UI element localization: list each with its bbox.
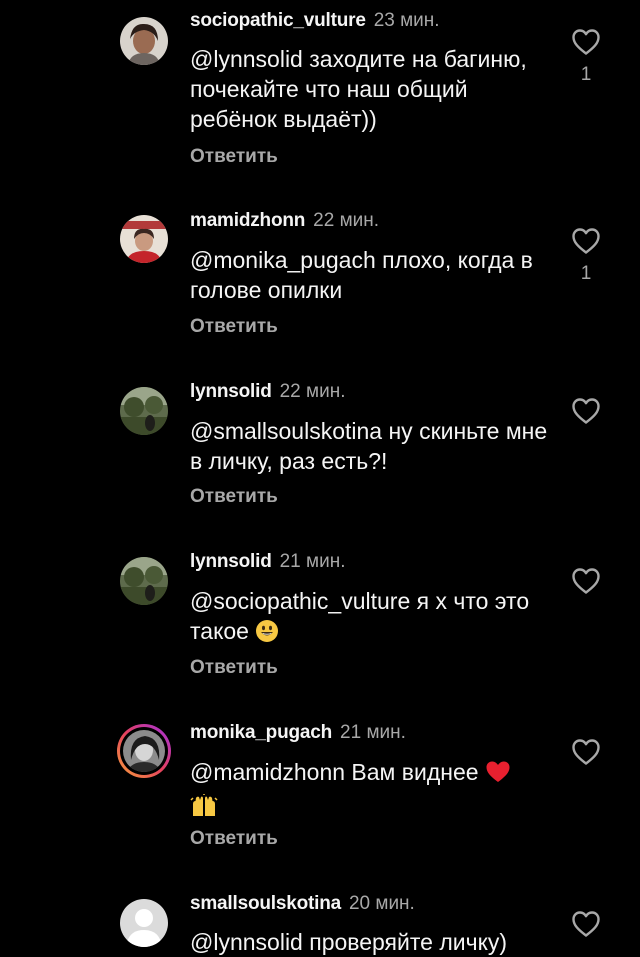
comment-time: 22 мин. — [313, 210, 380, 231]
comment-username[interactable]: sociopathic_vulture — [190, 10, 366, 31]
comment-time: 21 мин. — [279, 551, 346, 572]
comment-header: monika_pugach 21 мин. — [190, 721, 406, 745]
reply-button[interactable]: Ответить — [190, 315, 278, 339]
comment-header: lynnsolid 22 мин. — [190, 380, 345, 404]
user-photo-avatar-icon — [123, 730, 165, 772]
comment-time: 23 мин. — [373, 10, 440, 31]
user-avatar[interactable] — [120, 17, 168, 65]
comment-username[interactable]: smallsoulskotina — [190, 893, 341, 914]
heart-outline-icon — [572, 739, 600, 765]
like-count: 1 — [580, 64, 592, 85]
like-button[interactable] — [571, 738, 601, 766]
like-button[interactable] — [571, 28, 601, 56]
raising-hands-emoji-icon — [190, 794, 218, 825]
reply-button[interactable]: Ответить — [190, 485, 278, 509]
comment-text: @smallsoulskotina ну скиньте мне в личку… — [190, 418, 548, 474]
default-user-avatar-icon — [120, 899, 168, 947]
heart-outline-icon — [572, 398, 600, 424]
comment-header: sociopathic_vulture 23 мин. — [190, 9, 440, 33]
comment-username[interactable]: lynnsolid — [190, 381, 272, 402]
avatar-ring-gap — [120, 727, 168, 775]
like-button[interactable] — [571, 567, 601, 595]
comment-header: lynnsolid 21 мин. — [190, 550, 345, 574]
heart-outline-icon — [572, 911, 600, 937]
user-avatar[interactable] — [120, 387, 168, 435]
heart-outline-icon — [572, 568, 600, 594]
user-photo-avatar-icon — [120, 215, 168, 263]
grinning-face-emoji-icon — [255, 619, 279, 650]
user-avatar[interactable] — [120, 557, 168, 605]
comment-time: 20 мин. — [348, 893, 415, 914]
comment-username[interactable]: mamidzhonn — [190, 210, 305, 231]
like-count: 1 — [580, 263, 592, 284]
comment-time: 22 мин. — [279, 381, 346, 402]
heart-outline-icon — [572, 29, 600, 55]
like-button[interactable] — [571, 397, 601, 425]
comment-text-content: @sociopathic_vulture я х что это такое — [190, 588, 530, 644]
landscape-photo-avatar-icon — [120, 387, 168, 435]
reply-button[interactable]: Ответить — [190, 145, 278, 169]
reply-button[interactable]: Ответить — [190, 827, 278, 851]
comment-text: @lynnsolid заходите на багиню, почекайте… — [190, 46, 527, 132]
comment-text-content: @mamidzhonn Вам виднее — [190, 759, 479, 785]
story-ring-avatar[interactable] — [117, 724, 171, 778]
user-avatar[interactable] — [120, 215, 168, 263]
user-avatar[interactable] — [120, 899, 168, 947]
comment-time: 21 мин. — [340, 722, 406, 743]
user-photo-avatar-icon — [120, 17, 168, 65]
heart-outline-icon — [572, 228, 600, 254]
like-button[interactable] — [571, 910, 601, 938]
comment-username[interactable]: lynnsolid — [190, 551, 272, 572]
red-heart-emoji-icon — [485, 760, 511, 791]
comment-username[interactable]: monika_pugach — [190, 722, 332, 743]
like-button[interactable] — [571, 227, 601, 255]
comment-text: @mamidzhonn Вам виднее — [190, 757, 550, 825]
comment-text: @lynnsolid проверяйте личку) — [190, 929, 508, 955]
comment-text: @monika_pugach плохо, когда в голове опи… — [190, 247, 533, 303]
reply-button[interactable]: Ответить — [190, 656, 278, 680]
comment-header: mamidzhonn 22 мин. — [190, 209, 379, 233]
landscape-photo-avatar-icon — [120, 557, 168, 605]
comment-header: smallsoulskotina 20 мин. — [190, 892, 415, 916]
comment-text: @sociopathic_vulture я х что это такое — [190, 586, 550, 650]
